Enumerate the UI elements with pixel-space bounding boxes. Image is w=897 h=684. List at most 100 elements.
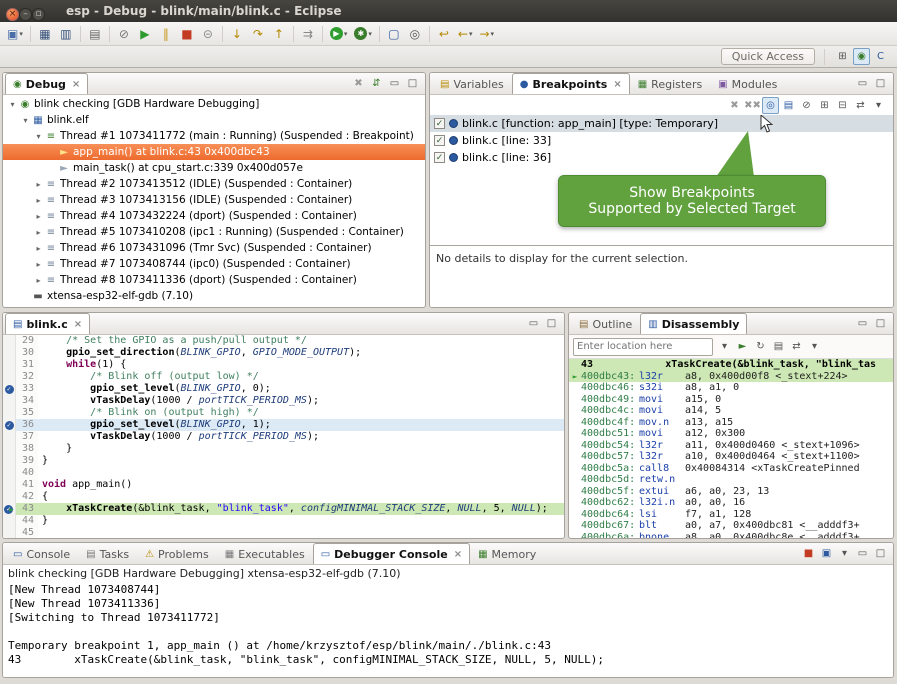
refresh-disassembly-icon[interactable]: ↻ <box>752 338 769 355</box>
breakpoint-row[interactable]: ✓blink.c [function: app_main] [type: Tem… <box>430 115 893 132</box>
disassembly-row[interactable]: 400dbc46:s32ia8, a1, 0 <box>569 382 893 394</box>
expander-closed-icon[interactable]: ▸ <box>33 228 44 237</box>
show-supported-breakpoints-icon[interactable]: ◎ <box>762 97 779 114</box>
disassembly-row[interactable]: 400dbc5a:call80x40084314 <xTaskCreatePin… <box>569 463 893 475</box>
debug-tree-item[interactable]: ▸≡Thread #8 1073411336 (dport) (Suspende… <box>3 272 425 288</box>
expander-closed-icon[interactable]: ▸ <box>33 276 44 285</box>
debug-tree-item[interactable]: ▾◉blink checking [GDB Hardware Debugging… <box>3 96 425 112</box>
debug-tree-item[interactable]: ▸≡Thread #2 1073413512 (IDLE) (Suspended… <box>3 176 425 192</box>
line-number[interactable]: 33 <box>16 383 38 395</box>
location-dropdown-icon[interactable]: ▾ <box>716 338 733 355</box>
new-source-file-button[interactable]: ▢ <box>384 24 404 44</box>
tab-debugger-console[interactable]: ▭Debugger Console× <box>313 543 470 564</box>
new-wizard-button[interactable]: ▣▾ <box>4 24 26 44</box>
disassembly-row[interactable]: 400dbc5d:retw.n <box>569 474 893 486</box>
breakpoint-row[interactable]: ✓blink.c [line: 36] <box>430 149 893 166</box>
debug-tree-item[interactable]: ▸≡Thread #5 1073410208 (ipc1 : Running) … <box>3 224 425 240</box>
back-button[interactable]: ←▾ <box>455 24 476 44</box>
breakpoint-row[interactable]: ✓blink.c [line: 33] <box>430 132 893 149</box>
minimize-view-icon[interactable]: ▭ <box>854 75 871 92</box>
window-close-button[interactable]: × <box>6 8 19 21</box>
step-return-button[interactable]: ↑ <box>269 24 289 44</box>
instruction-stepping-button[interactable]: ⇉ <box>298 24 318 44</box>
line-number[interactable]: 39 <box>16 455 38 467</box>
breakpoint-checkbox[interactable]: ✓ <box>434 118 445 129</box>
tab-executables[interactable]: ▦Executables <box>217 543 313 564</box>
line-number[interactable]: 40 <box>16 467 38 479</box>
code-editor[interactable]: 29 /* Set the GPIO as a push/pull output… <box>3 335 564 538</box>
tab-breakpoints[interactable]: ●Breakpoints× <box>512 73 630 94</box>
disconnect-button[interactable]: ⊝ <box>198 24 218 44</box>
debug-tree-item[interactable]: ▸≡Thread #7 1073408744 (ipc0) (Suspended… <box>3 256 425 272</box>
tab-blink-c[interactable]: ▤blink.c× <box>5 313 90 334</box>
forward-button[interactable]: →▾ <box>476 24 497 44</box>
tab-problems[interactable]: ⚠Problems <box>137 543 217 564</box>
goto-pc-icon[interactable]: ► <box>734 338 751 355</box>
debug-tree-item[interactable]: ►main_task() at cpu_start.c:339 0x400d05… <box>3 160 425 176</box>
console-view-menu-icon[interactable]: ▾ <box>836 545 853 562</box>
print-button[interactable]: ▤ <box>85 24 105 44</box>
disassembly-row[interactable]: 400dbc49:movia15, 0 <box>569 394 893 406</box>
debug-tree-item[interactable]: ▾≡Thread #1 1073411772 (main : Running) … <box>3 128 425 144</box>
expander-closed-icon[interactable]: ▸ <box>33 196 44 205</box>
disassembly-row[interactable]: ►400dbc43:l32ra8, 0x400d00f8 <_stext+224… <box>569 371 893 383</box>
close-tab-icon[interactable]: × <box>74 319 82 330</box>
close-tab-icon[interactable]: × <box>72 79 80 90</box>
tab-tasks[interactable]: ▤Tasks <box>78 543 137 564</box>
expander-open-icon[interactable]: ▾ <box>20 116 31 125</box>
breakpoints-view-menu-icon[interactable]: ▾ <box>870 97 887 114</box>
expand-all-icon[interactable]: ⊞ <box>816 97 833 114</box>
debug-tree-item[interactable]: ▬xtensa-esp32-elf-gdb (7.10) <box>3 288 425 304</box>
debug-tree-item[interactable]: ▸≡Thread #4 1073432224 (dport) (Suspende… <box>3 208 425 224</box>
save-all-button[interactable]: ▥ <box>56 24 76 44</box>
open-perspective-button[interactable]: ⊞ <box>834 48 851 65</box>
line-number[interactable]: 31 <box>16 359 38 371</box>
debug-view-menu-icon[interactable]: ⇵ <box>368 75 385 92</box>
show-source-icon[interactable]: ▤ <box>770 338 787 355</box>
disassembly-row[interactable]: 400dbc5f:extuia6, a0, 23, 13 <box>569 486 893 498</box>
expander-closed-icon[interactable]: ▸ <box>33 180 44 189</box>
run-button[interactable]: ▶▾ <box>327 24 351 44</box>
minimize-view-icon[interactable]: ▭ <box>525 315 542 332</box>
minimize-view-icon[interactable]: ▭ <box>386 75 403 92</box>
disassembly-row[interactable]: 400dbc4f:mov.na13, a15 <box>569 417 893 429</box>
tab-debug[interactable]: ◉Debug× <box>5 73 88 94</box>
disassembly-row[interactable]: 400dbc4c:movia14, 5 <box>569 405 893 417</box>
line-number[interactable]: 44 <box>16 515 38 527</box>
minimize-view-icon[interactable]: ▭ <box>854 545 871 562</box>
line-number[interactable]: 38 <box>16 443 38 455</box>
window-maximize-button[interactable]: ▫ <box>32 8 45 21</box>
tab-memory[interactable]: ▦Memory <box>470 543 544 564</box>
tab-outline[interactable]: ▤Outline <box>571 313 640 334</box>
terminate-button[interactable]: ■ <box>177 24 197 44</box>
expander-closed-icon[interactable]: ▸ <box>33 244 44 253</box>
suspend-button[interactable]: ‖ <box>156 24 176 44</box>
pin-console-icon[interactable]: ▣ <box>818 545 835 562</box>
minimize-view-icon[interactable]: ▭ <box>854 315 871 332</box>
goto-file-icon[interactable]: ▤ <box>780 97 797 114</box>
link-with-debug-view-icon[interactable]: ⇄ <box>852 97 869 114</box>
disassembly-row[interactable]: 400dbc62:l32i.na0, a0, 16 <box>569 497 893 509</box>
disassembly-row[interactable]: 400dbc67:blta0, a7, 0x400dbc81 <__adddf3… <box>569 520 893 532</box>
sync-context-icon[interactable]: ⇄ <box>788 338 805 355</box>
window-minimize-button[interactable]: – <box>19 8 32 21</box>
search-button[interactable]: ◎ <box>405 24 425 44</box>
line-number[interactable]: 32 <box>16 371 38 383</box>
last-edit-location-button[interactable]: ↩ <box>434 24 454 44</box>
cpp-perspective-button[interactable]: C <box>872 48 889 65</box>
line-number[interactable]: 30 <box>16 347 38 359</box>
remove-all-terminated-icon[interactable]: ✖ <box>350 75 367 92</box>
disassembly-menu-icon[interactable]: ▾ <box>806 338 823 355</box>
save-button[interactable]: ▦ <box>35 24 55 44</box>
disassembly-row[interactable]: 400dbc54:l32ra11, 0x400d0460 <_stext+109… <box>569 440 893 452</box>
console-content[interactable]: blink checking [GDB Hardware Debugging] … <box>3 565 893 677</box>
disassembly-row[interactable]: 400dbc51:movia12, 0x300 <box>569 428 893 440</box>
line-number[interactable]: 41 <box>16 479 38 491</box>
breakpoint-marker-icon[interactable]: ✓ <box>5 385 14 394</box>
expander-open-icon[interactable]: ▾ <box>7 100 18 109</box>
debug-tree-item[interactable]: ▸≡Thread #3 1073413156 (IDLE) (Suspended… <box>3 192 425 208</box>
maximize-view-icon[interactable]: □ <box>404 75 421 92</box>
line-number[interactable]: 34 <box>16 395 38 407</box>
line-number[interactable]: 37 <box>16 431 38 443</box>
line-number[interactable]: 36 <box>16 419 38 431</box>
